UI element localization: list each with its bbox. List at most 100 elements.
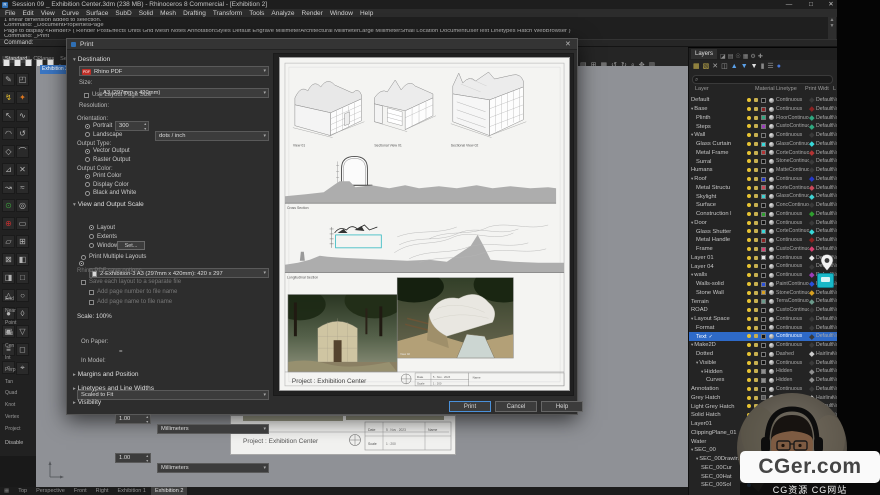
window-set-button[interactable]: Set...	[117, 241, 145, 250]
layer-row[interactable]: SurralStoneContinuousDefaultNo	[689, 157, 837, 166]
layer-print-width[interactable]: Default	[816, 332, 832, 341]
print-color-diamond-icon[interactable]	[809, 229, 814, 234]
layer-print-width[interactable]: Default	[816, 385, 832, 394]
column-linetype[interactable]: Linetype	[776, 86, 797, 92]
layer-row[interactable]: Metal FrameCorteContinuousDefaultNo	[689, 149, 837, 158]
visibility-bulb-icon[interactable]	[747, 133, 751, 137]
layer-row[interactable]: Metal HandleContinuousDefaultNo	[689, 236, 837, 245]
layer-linetype[interactable]: Dashed	[776, 350, 809, 359]
material-sphere-icon[interactable]	[769, 229, 774, 234]
lock-icon[interactable]	[754, 221, 758, 225]
expand-arrow-icon[interactable]: ▾	[691, 316, 693, 322]
layer-linetype[interactable]: ConcContinuous	[776, 201, 809, 210]
layer-print-width[interactable]: Default	[816, 166, 832, 175]
visibility-bulb-icon[interactable]	[747, 124, 751, 128]
layer-linetype[interactable]: Continuous	[776, 236, 809, 245]
layer-row[interactable]: ▾BaseContinuousDefaultNo	[689, 105, 837, 114]
layer-color-swatch[interactable]	[761, 369, 766, 374]
dialog-button[interactable]: Cancel	[495, 401, 537, 412]
visibility-bulb-icon[interactable]	[747, 116, 751, 120]
layer-linetype[interactable]: Continuous	[776, 254, 809, 263]
lock-icon[interactable]	[754, 203, 758, 207]
print-color-diamond-icon[interactable]	[809, 316, 814, 321]
menu-item[interactable]: File	[5, 10, 15, 17]
printer-select[interactable]: PDF Rhino PDF ▾	[79, 66, 269, 76]
output-color-option[interactable]: Black and White	[85, 189, 136, 198]
layer-color-swatch[interactable]	[761, 325, 766, 330]
layer-linetype[interactable]: GlassContinuous	[776, 140, 809, 149]
layer-linetype[interactable]: Continuous	[776, 341, 809, 350]
expand-arrow-icon[interactable]: ▾	[696, 456, 698, 462]
menu-item[interactable]: Tools	[249, 10, 264, 17]
orientation-option[interactable]: Landscape	[85, 131, 122, 140]
layer-color-swatch[interactable]	[761, 159, 766, 164]
in-model-units-select[interactable]: Millimeters▾	[157, 463, 269, 473]
map-pin-icon[interactable]	[820, 254, 834, 271]
material-sphere-icon[interactable]	[769, 273, 774, 278]
layer-color-swatch[interactable]	[761, 142, 766, 147]
layers-toolbar-icon[interactable]: ▲	[731, 62, 738, 72]
osnap-item[interactable]: Quad	[0, 388, 36, 400]
visibility-bulb-icon[interactable]	[747, 369, 751, 373]
lock-icon[interactable]	[754, 273, 758, 277]
layer-row[interactable]: DefaultContinuousDefaultNo	[689, 96, 837, 105]
menu-item[interactable]: Drafting	[183, 10, 206, 17]
material-sphere-icon[interactable]	[769, 343, 774, 348]
maximize-button[interactable]: □	[804, 0, 818, 9]
orientation-option[interactable]: Portrait	[85, 122, 122, 131]
layer-color-swatch[interactable]	[761, 98, 766, 103]
layer-color-swatch[interactable]	[761, 203, 766, 208]
layer-row[interactable]: Walls-solidPaintContinuousDefaultNo	[689, 280, 837, 289]
tool-icon[interactable]: ↯	[2, 91, 15, 104]
material-sphere-icon[interactable]	[769, 334, 774, 339]
visibility-bulb-icon[interactable]	[747, 203, 751, 207]
layer-linetype[interactable]: GlassContinuous	[776, 192, 809, 201]
menu-item[interactable]: Transform	[213, 10, 242, 17]
column-material[interactable]: Material	[755, 86, 775, 92]
layer-color-swatch[interactable]	[761, 360, 766, 365]
spinner-arrows-icon[interactable]: ▲▼	[144, 122, 147, 131]
print-color-diamond-icon[interactable]	[809, 343, 814, 348]
material-sphere-icon[interactable]	[769, 255, 774, 260]
close-button[interactable]: ✕	[824, 0, 838, 9]
layers-toolbar-icon[interactable]: ▮	[761, 62, 765, 72]
layer-print-width[interactable]: Default	[816, 201, 832, 210]
material-sphere-icon[interactable]	[769, 360, 774, 365]
visibility-bulb-icon[interactable]	[747, 326, 751, 330]
output-type-option[interactable]: Raster Output	[85, 156, 130, 165]
material-sphere-icon[interactable]	[769, 238, 774, 243]
tab-layers[interactable]: Layers	[691, 49, 717, 59]
layers-toolbar-icon[interactable]: ▧	[703, 62, 710, 72]
layer-color-swatch[interactable]	[761, 378, 766, 383]
visibility-bulb-icon[interactable]	[747, 247, 751, 251]
visibility-bulb-icon[interactable]	[747, 291, 751, 295]
expand-arrow-icon[interactable]: ▾	[691, 342, 693, 348]
tool-icon[interactable]: ◇	[2, 145, 15, 158]
layer-color-swatch[interactable]	[761, 334, 766, 339]
lock-icon[interactable]	[754, 396, 758, 400]
print-color-diamond-icon[interactable]	[809, 351, 814, 356]
layer-color-swatch[interactable]	[761, 168, 766, 173]
collapsed-section-header[interactable]: ▸Visibility	[73, 399, 154, 413]
material-sphere-icon[interactable]	[769, 325, 774, 330]
layers-search-input[interactable]	[703, 76, 828, 83]
layer-color-swatch[interactable]	[761, 308, 766, 313]
visibility-bulb-icon[interactable]	[747, 194, 751, 198]
visibility-bulb-icon[interactable]	[747, 177, 751, 181]
layers-toolbar-icon[interactable]: ☰	[767, 62, 773, 72]
osnap-item[interactable]: End	[0, 294, 36, 306]
expand-arrow-icon[interactable]: ▾	[691, 132, 693, 138]
layer-print-width[interactable]: Default	[816, 122, 832, 131]
visibility-bulb-icon[interactable]	[747, 343, 751, 347]
layer-linetype[interactable]: Continuous	[776, 271, 809, 280]
visibility-bulb-icon[interactable]	[747, 238, 751, 242]
visibility-bulb-icon[interactable]	[747, 151, 751, 155]
expand-arrow-icon[interactable]: ▾	[691, 176, 693, 182]
visibility-bulb-icon[interactable]	[747, 404, 751, 408]
layer-linetype[interactable]: Continuous	[776, 219, 809, 228]
layer-row[interactable]: Stone WallStoneContinuousDefaultNo	[689, 289, 837, 298]
layer-linetype[interactable]: Continuous	[776, 332, 809, 341]
material-sphere-icon[interactable]	[769, 168, 774, 173]
layer-print-width[interactable]: Default	[816, 324, 832, 333]
menu-item[interactable]: Curve	[62, 10, 79, 17]
